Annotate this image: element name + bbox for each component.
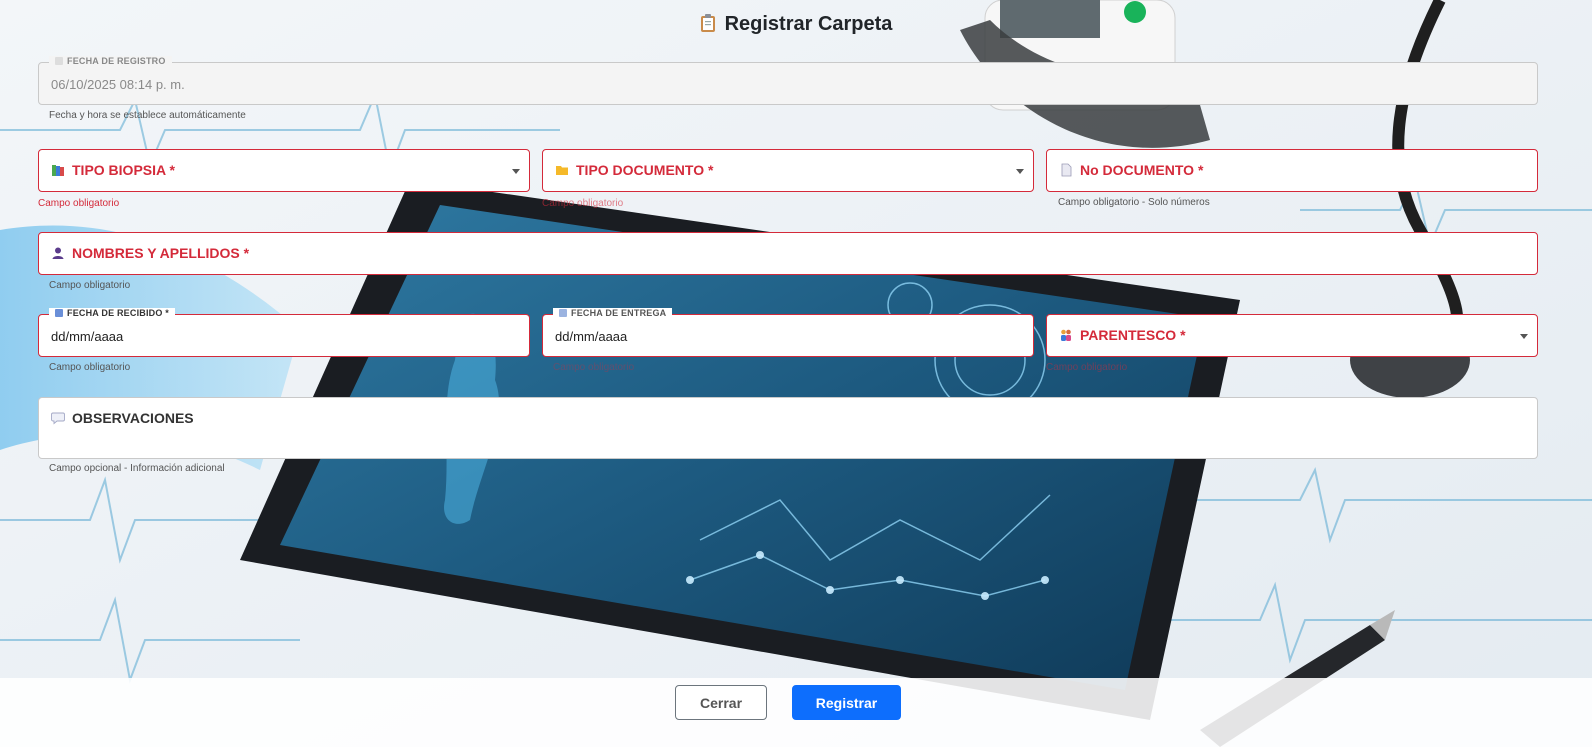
fecha-recibido-label: FECHA DE RECIBIDO * — [49, 308, 175, 318]
tipo-documento-help: Campo obligatorio — [542, 198, 624, 209]
clipboard-icon — [700, 14, 715, 32]
fecha-recibido-input[interactable]: FECHA DE RECIBIDO * dd/mm/aaaa — [38, 308, 530, 357]
calendar-icon — [55, 309, 63, 317]
modal-title: Registrar Carpeta — [0, 13, 1592, 36]
speech-bubble-icon — [51, 412, 65, 425]
tipo-documento-label: TIPO DOCUMENTO * — [576, 162, 714, 178]
observaciones-help: Campo opcional - Información adicional — [49, 463, 225, 474]
close-button[interactable]: Cerrar — [675, 685, 767, 720]
chevron-down-icon — [512, 169, 520, 174]
submit-button[interactable]: Registrar — [792, 685, 901, 720]
tipo-documento-select[interactable]: TIPO DOCUMENTO * — [542, 149, 1034, 192]
calendar-icon — [55, 57, 63, 65]
person-icon — [52, 247, 64, 259]
tipo-biopsia-label: TIPO BIOPSIA * — [72, 162, 175, 178]
folder-icon — [556, 166, 568, 175]
tipo-biopsia-help: Campo obligatorio — [38, 198, 120, 209]
no-documento-help: Campo obligatorio - Solo números — [1058, 197, 1210, 208]
chevron-down-icon — [1520, 334, 1528, 339]
fecha-recibido-help: Campo obligatorio — [49, 362, 131, 373]
fecha-entrega-input[interactable]: FECHA DE ENTREGA dd/mm/aaaa — [542, 308, 1034, 357]
calendar-icon — [559, 309, 567, 317]
people-icon — [1061, 329, 1071, 341]
nombres-input[interactable]: NOMBRES Y APELLIDOS * — [38, 232, 1538, 275]
fecha-registro-label: FECHA DE REGISTRO — [49, 56, 172, 66]
nombres-label: NOMBRES Y APELLIDOS * — [72, 245, 250, 261]
fecha-recibido-placeholder: dd/mm/aaaa — [51, 329, 124, 344]
tipo-biopsia-select[interactable]: TIPO BIOPSIA * — [38, 149, 530, 192]
parentesco-help: Campo obligatorio — [1046, 362, 1128, 373]
observaciones-textarea[interactable]: OBSERVACIONES — [38, 397, 1538, 459]
no-documento-input[interactable]: No DOCUMENTO * — [1046, 149, 1538, 192]
fecha-registro-help: Fecha y hora se establece automáticament… — [49, 110, 246, 121]
page-icon — [1061, 163, 1072, 177]
parentesco-select[interactable]: PARENTESCO * — [1046, 314, 1538, 357]
chevron-down-icon — [1016, 169, 1024, 174]
parentesco-label: PARENTESCO * — [1080, 327, 1186, 343]
modal-footer: Cerrar Registrar — [0, 678, 1592, 747]
page-title: Registrar Carpeta — [724, 13, 893, 35]
fecha-entrega-help: Campo obligatorio — [553, 362, 635, 373]
fecha-entrega-placeholder: dd/mm/aaaa — [555, 329, 628, 344]
books-icon — [52, 165, 64, 176]
no-documento-label: No DOCUMENTO * — [1080, 162, 1204, 178]
fecha-registro-value: 06/10/2025 08:14 p. m. — [51, 77, 185, 92]
nombres-help: Campo obligatorio — [49, 280, 131, 291]
fecha-entrega-label: FECHA DE ENTREGA — [553, 308, 673, 318]
observaciones-label: OBSERVACIONES — [72, 410, 194, 426]
fecha-registro-field: FECHA DE REGISTRO 06/10/2025 08:14 p. m. — [38, 56, 1538, 105]
